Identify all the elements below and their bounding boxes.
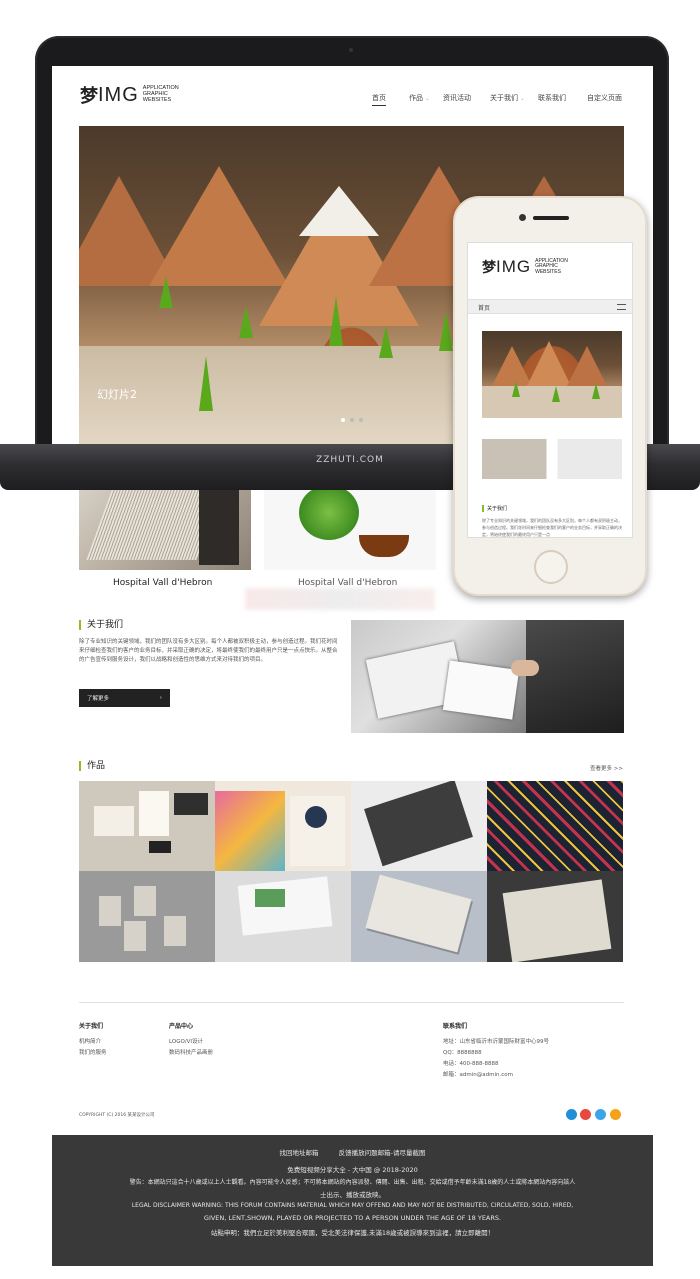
phone-menu-bar[interactable]: 首页 <box>468 299 632 314</box>
phone-hero-image[interactable] <box>482 331 622 418</box>
gallery-caption-2[interactable]: Hospital Vall d'Hebron <box>298 578 397 588</box>
logo-mark: 梦 <box>482 260 496 276</box>
phone-about-title: 关于我们 <box>482 505 507 512</box>
works-title: 作品 <box>79 761 105 771</box>
phone-frame: 梦 IMG APPLICATION GRAPHIC WEBSITES 首页 关于… <box>453 196 647 596</box>
logo-subtitle: APPLICATION GRAPHIC WEBSITES <box>143 86 179 103</box>
bottom-site-notice: 站點申明：我們立足於美利堅合眾國，受北美法律保護,未滿18歲或被誤導來到這裡，請… <box>210 1229 495 1237</box>
tree-shape <box>512 381 520 397</box>
tree-shape <box>199 356 213 411</box>
about-text: 除了专业知识的关键领域，我们的团队没有多大区别。每个人都被双积极主动，参与创造过… <box>79 639 338 663</box>
mountain-shape <box>527 341 571 386</box>
chevron-down-icon: ⌄ <box>520 96 525 102</box>
gallery-image-pipe[interactable] <box>264 480 436 570</box>
phone-home-button[interactable] <box>534 550 568 584</box>
logo-img-text: IMG <box>98 83 139 106</box>
tencent-icon[interactable] <box>595 1109 606 1120</box>
bottom-copyright: 免费短视频分享大全 - 大中国 @ 2018-2020 <box>287 1166 418 1174</box>
footer-contact-title: 联系我们 <box>443 1023 468 1030</box>
phone-thumbs <box>482 439 622 479</box>
footer-link[interactable]: 机构简介 <box>79 1037 101 1045</box>
phone-speaker <box>533 216 569 220</box>
footer-link[interactable]: 我们的服务 <box>79 1048 107 1056</box>
logo-line: WEBSITES <box>535 268 561 275</box>
nav-works[interactable]: 作品 ⌄ <box>409 93 429 103</box>
nav-news[interactable]: 资讯活动 <box>443 93 471 103</box>
footer-email[interactable]: 邮箱：admin@admin.com <box>443 1070 513 1078</box>
tree-shape <box>552 386 560 402</box>
nav-custom[interactable]: 自定义页面 <box>587 93 622 103</box>
work-thumb-1[interactable] <box>79 781 215 871</box>
phone-menu-label: 首页 <box>478 305 491 312</box>
phone-screen: 梦 IMG APPLICATION GRAPHIC WEBSITES 首页 关于… <box>467 242 633 538</box>
slide-caption: 幻灯片2 <box>97 388 137 401</box>
tree-shape <box>329 296 343 346</box>
logo-line: WEBSITES <box>142 96 172 103</box>
tree-shape <box>379 326 393 358</box>
about-title: 关于我们 <box>79 620 123 630</box>
gallery-caption-1[interactable]: Hospital Vall d'Hebron <box>113 578 212 588</box>
bottom-warning-cn: 警告：本網站只這合十八歲或以上人士觀看。內容可能令人反感；不可將本網站的內容派發… <box>129 1179 576 1186</box>
nav-about[interactable]: 关于我们 ⌄ <box>490 93 524 103</box>
mountain-shape <box>567 346 607 386</box>
mountain-shape <box>492 346 532 386</box>
work-thumb-5[interactable] <box>79 871 215 962</box>
nav-about-label: 关于我们 <box>490 94 518 102</box>
work-thumb-2[interactable] <box>215 781 351 871</box>
nav-works-label: 作品 <box>409 94 423 102</box>
logo-mark: 梦 <box>80 86 98 107</box>
work-thumb-4[interactable] <box>487 781 623 871</box>
rss-icon[interactable] <box>610 1109 621 1120</box>
bottom-link-email[interactable]: 找回地址邮箱 <box>280 1149 319 1157</box>
work-thumb-7[interactable] <box>351 871 487 962</box>
logo-subtitle: APPLICATION GRAPHIC WEBSITES <box>535 258 568 275</box>
qq-icon[interactable] <box>566 1109 577 1120</box>
laptop-camera <box>349 48 353 52</box>
gallery-image-book[interactable] <box>79 480 251 570</box>
phone-about-text: 除了专业知识的关键领域，我们的团队没有多大区别。每个人都有双积极主动，参与创造过… <box>482 518 622 537</box>
tree-shape <box>239 306 253 338</box>
learn-more-button[interactable]: 了解更多 › <box>79 689 170 707</box>
footer-phone: 电话：400-888-8888 <box>443 1061 499 1067</box>
slider-dot[interactable] <box>350 418 354 422</box>
copyright-text: COPYRIGHT (C) 2016 某某设计公司 <box>79 1113 155 1118</box>
footer-link[interactable]: 数码科技产品画册 <box>169 1048 213 1056</box>
hamburger-icon[interactable] <box>617 304 626 310</box>
nav-home[interactable]: 首页 <box>372 93 386 106</box>
bottom-link-feedback[interactable]: 反馈播放问题邮箱-请尽量截图 <box>339 1149 426 1157</box>
chevron-down-icon: ⌄ <box>425 96 430 102</box>
learn-more-label: 了解更多 <box>87 696 110 702</box>
works-more-link[interactable]: 查看更多 >> <box>590 764 623 772</box>
tree-shape <box>592 383 600 399</box>
site-logo[interactable]: 梦 IMG APPLICATION GRAPHIC WEBSITES <box>80 82 179 108</box>
blurred-overlay <box>245 588 435 610</box>
arrow-right-icon: › <box>159 695 162 701</box>
phone-camera <box>519 214 526 221</box>
phone-logo[interactable]: 梦 IMG APPLICATION GRAPHIC WEBSITES <box>482 257 568 277</box>
tree-shape <box>439 311 453 351</box>
bottom-links: 找回地址邮箱 反馈播放问题邮箱-请尽量截图 <box>52 1147 653 1157</box>
work-thumb-6[interactable] <box>215 871 351 962</box>
footer-link[interactable]: LOGO/VI设计 <box>169 1037 203 1045</box>
slider-dot[interactable] <box>341 418 345 422</box>
work-thumb-8[interactable] <box>487 871 623 962</box>
slider-dot[interactable] <box>359 418 363 422</box>
bottom-disclaimer-1: LEGAL DISCLAIMER WARNING: THIS FORUM CON… <box>131 1202 574 1209</box>
slider-dots <box>341 418 363 422</box>
bottom-disclaimer-2: GIVEN, LENT,SHOWN, PLAYED OR PROJECTED T… <box>203 1214 502 1222</box>
nav-contact[interactable]: 联系我们 <box>538 93 566 103</box>
footer-divider <box>79 1002 624 1003</box>
about-image <box>351 620 624 733</box>
footer-about-title: 关于我们 <box>79 1023 104 1030</box>
bottom-warning-cn-2: 士出示、播放或放映。 <box>320 1191 385 1199</box>
tree-shape <box>159 276 173 308</box>
footer-products-title: 产品中心 <box>169 1023 194 1030</box>
footer-qq: QQ：8888888 <box>443 1050 482 1056</box>
work-thumb-3[interactable] <box>351 781 487 871</box>
mountain-shape <box>299 186 379 236</box>
weibo-icon[interactable] <box>580 1109 591 1120</box>
logo-img-text: IMG <box>496 257 532 276</box>
footer-address: 地址：山东省临沂市沂蒙国际财富中心99号 <box>443 1039 549 1045</box>
